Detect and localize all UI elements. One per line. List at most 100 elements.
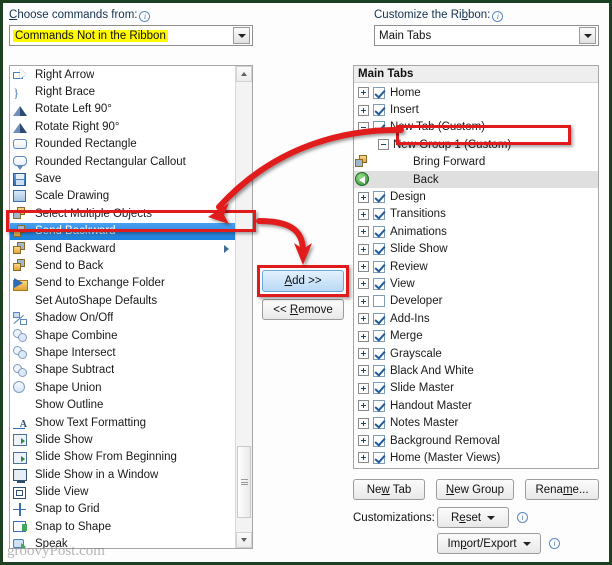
choose-commands-dropdown-button[interactable] — [233, 27, 250, 44]
ribbon-tree[interactable]: Home Insert New Tab (Custom) New Group 1 (C… — [354, 84, 598, 468]
scroll-down-button[interactable] — [236, 532, 252, 548]
add-button[interactable]: Add >> — [262, 270, 344, 292]
ribbon-tree-item[interactable]: Slide Master — [354, 380, 598, 397]
command-list-item[interactable]: Send Backward — [10, 222, 235, 240]
expander-minus-icon[interactable] — [378, 139, 389, 151]
ribbon-tree-item[interactable]: Back — [354, 170, 598, 189]
command-list-item[interactable]: Shadow On/Off — [10, 309, 235, 326]
ribbon-tree-item[interactable]: Animations — [354, 223, 598, 240]
expander-minus-icon[interactable] — [358, 121, 369, 133]
ribbon-tree-item[interactable]: Home (Master Views) — [354, 449, 598, 466]
command-list-item[interactable]: } Right Brace — [10, 83, 235, 100]
command-list-item[interactable]: Right Arrow — [10, 66, 235, 83]
tree-checkbox[interactable] — [373, 225, 385, 238]
expander-plus-icon[interactable] — [358, 243, 369, 255]
expander-plus-icon[interactable] — [358, 313, 369, 325]
commands-list-pane[interactable]: Right Arrow} Right Brace Rotate Left 90° Ro… — [9, 65, 253, 549]
tree-checkbox[interactable] — [373, 347, 385, 360]
ribbon-tree-item[interactable]: Slide Show — [354, 241, 598, 258]
tree-checkbox[interactable] — [373, 417, 385, 430]
command-list-item[interactable]: Save — [10, 170, 235, 187]
tree-checkbox[interactable] — [373, 312, 385, 325]
tree-checkbox[interactable] — [373, 243, 385, 256]
command-list-item[interactable]: Select Multiple Objects — [10, 205, 235, 222]
ribbon-tree-item[interactable]: Add-Ins — [354, 310, 598, 327]
command-list-item[interactable]: Shape Combine — [10, 327, 235, 344]
ribbon-tree-item[interactable]: View — [354, 275, 598, 292]
rename-button[interactable]: Rename... — [525, 479, 599, 500]
ribbon-tree-item[interactable]: Developer — [354, 293, 598, 310]
command-list-item[interactable]: Shape Union — [10, 379, 235, 396]
ribbon-tree-item[interactable]: Home — [354, 84, 598, 101]
command-list-item[interactable]: Send Backward — [10, 240, 235, 257]
commands-list[interactable]: Right Arrow} Right Brace Rotate Left 90° Ro… — [10, 66, 235, 548]
ribbon-tree-item[interactable]: Black And White — [354, 362, 598, 379]
command-list-item[interactable]: Snap to Grid — [10, 501, 235, 518]
info-icon-reset[interactable]: i — [517, 512, 528, 523]
ribbon-tree-item[interactable]: Review — [354, 258, 598, 275]
ribbon-tree-item[interactable]: New Group 1 (Custom) — [354, 136, 598, 153]
tree-checkbox[interactable] — [373, 191, 385, 204]
ribbon-tree-item[interactable]: New Tab (Custom) — [354, 119, 598, 136]
ribbon-tree-item[interactable]: Grayscale — [354, 345, 598, 362]
tree-checkbox[interactable] — [373, 104, 385, 117]
expander-plus-icon[interactable] — [358, 295, 369, 307]
command-list-item[interactable]: Rounded Rectangular Callout — [10, 153, 235, 171]
info-icon-right[interactable]: i — [492, 11, 504, 22]
tree-checkbox[interactable] — [373, 434, 385, 447]
ribbon-tree-item[interactable]: Bring Forward — [354, 154, 598, 171]
command-list-item[interactable]: Scale Drawing — [10, 188, 235, 205]
info-icon-left[interactable]: i — [139, 11, 151, 22]
commands-list-scrollbar[interactable] — [235, 66, 252, 548]
tree-checkbox[interactable] — [373, 364, 385, 377]
command-list-item[interactable]: Rounded Rectangle — [10, 136, 235, 153]
expander-plus-icon[interactable] — [358, 365, 369, 377]
scrollbar-thumb[interactable] — [237, 446, 251, 518]
remove-button[interactable]: << Remove — [262, 299, 344, 320]
command-list-item[interactable]: Show Outline — [10, 396, 235, 413]
ribbon-tree-item[interactable]: Transitions — [354, 206, 598, 223]
command-list-item[interactable]: Snap to Shape — [10, 518, 235, 535]
command-list-item[interactable]: Slide View — [10, 483, 235, 500]
command-list-item[interactable]: Shape Subtract — [10, 362, 235, 379]
command-list-item[interactable]: Rotate Right 90° — [10, 118, 235, 135]
command-list-item[interactable]: Send to Back — [10, 257, 235, 274]
command-list-item[interactable]: Rotate Left 90° — [10, 101, 235, 118]
command-list-item[interactable]: Shape Intersect — [10, 344, 235, 361]
expander-plus-icon[interactable] — [358, 417, 369, 429]
expander-plus-icon[interactable] — [358, 330, 369, 342]
new-group-button[interactable]: New Group — [436, 479, 514, 500]
command-list-item[interactable]: Set AutoShape Defaults — [10, 292, 235, 309]
expander-plus-icon[interactable] — [358, 278, 369, 290]
customize-the-ribbon-dropdown[interactable]: Main Tabs — [374, 25, 599, 46]
expander-plus-icon[interactable] — [358, 400, 369, 412]
tree-checkbox[interactable] — [373, 330, 385, 343]
command-list-item[interactable]: Show Text Formatting — [10, 414, 235, 431]
choose-commands-from-dropdown[interactable]: Commands Not in the Ribbon — [9, 25, 253, 46]
tree-checkbox[interactable] — [373, 295, 385, 308]
scroll-up-button[interactable] — [236, 66, 252, 82]
ribbon-tree-item[interactable]: Background Removal — [354, 432, 598, 449]
ribbon-tree-pane[interactable]: Main Tabs Home Insert New Tab (Custom) New … — [353, 65, 599, 469]
command-list-item[interactable]: Send to Exchange Folder — [10, 275, 235, 292]
tree-checkbox[interactable] — [373, 399, 385, 412]
command-list-item[interactable]: Slide Show From Beginning — [10, 449, 235, 466]
expander-plus-icon[interactable] — [358, 452, 369, 464]
expander-plus-icon[interactable] — [358, 87, 369, 99]
expander-plus-icon[interactable] — [358, 226, 369, 238]
reset-button[interactable]: Reset — [437, 507, 509, 528]
import-export-button[interactable]: Import/Export — [437, 533, 541, 554]
expander-plus-icon[interactable] — [358, 191, 369, 203]
info-icon-import-export[interactable]: i — [549, 538, 560, 549]
new-tab-button[interactable]: New Tab — [353, 479, 425, 500]
ribbon-tree-item[interactable]: Notes Master — [354, 414, 598, 431]
command-list-item[interactable]: Slide Show in a Window — [10, 466, 235, 484]
tree-checkbox[interactable] — [373, 277, 385, 290]
expander-plus-icon[interactable] — [358, 208, 369, 220]
ribbon-tree-item[interactable]: Merge — [354, 327, 598, 344]
tree-checkbox[interactable] — [373, 382, 385, 395]
ribbon-tree-item[interactable]: Insert — [354, 101, 598, 118]
expander-plus-icon[interactable] — [358, 348, 369, 360]
expander-plus-icon[interactable] — [358, 104, 369, 116]
tree-checkbox[interactable] — [373, 121, 385, 134]
